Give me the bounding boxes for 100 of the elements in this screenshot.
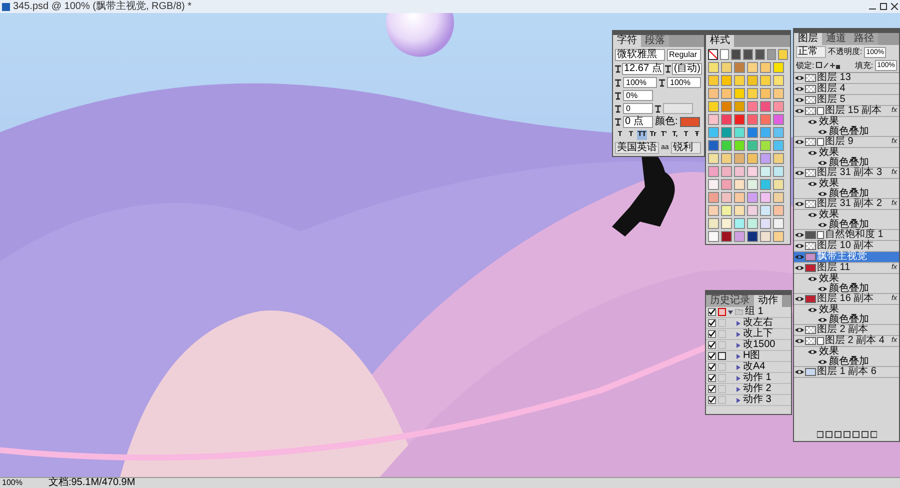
style-swatch[interactable]: [721, 218, 732, 229]
style-swatch[interactable]: [708, 88, 719, 99]
layer-row[interactable]: 自然饱和度 1: [794, 230, 899, 241]
restore-icon[interactable]: [880, 3, 887, 10]
visibility-eye-icon[interactable]: [818, 286, 827, 292]
visibility-eye-icon[interactable]: [795, 296, 804, 302]
style-swatch[interactable]: [760, 75, 771, 86]
input-field[interactable]: 100%: [667, 77, 701, 88]
dialog-toggle[interactable]: [718, 352, 726, 360]
style-swatch[interactable]: [773, 166, 784, 177]
style-swatch[interactable]: [773, 127, 784, 138]
style-swatch[interactable]: [747, 114, 758, 125]
style-swatch[interactable]: [734, 114, 745, 125]
style-swatch[interactable]: [747, 205, 758, 216]
expand-triangle-icon[interactable]: [728, 310, 733, 314]
input-field[interactable]: 100%: [623, 77, 657, 88]
style-swatch[interactable]: [760, 101, 771, 112]
style-swatch[interactable]: [747, 166, 758, 177]
visibility-eye-icon[interactable]: [795, 338, 804, 344]
style-swatch[interactable]: [721, 205, 732, 216]
style-swatch[interactable]: [760, 179, 771, 190]
style-swatch[interactable]: [747, 153, 758, 164]
style-swatch[interactable]: [747, 101, 758, 112]
visibility-eye-icon[interactable]: [818, 190, 827, 196]
style-swatch[interactable]: [708, 153, 719, 164]
style-swatch[interactable]: [747, 62, 758, 73]
style-swatch[interactable]: [734, 153, 745, 164]
collapsed-triangle-icon[interactable]: [736, 354, 741, 358]
panel-tab[interactable]: 字符: [613, 35, 641, 47]
panel-tab[interactable]: 动作: [754, 295, 782, 307]
style-swatch[interactable]: [734, 88, 745, 99]
style-swatch[interactable]: [754, 49, 765, 60]
style-swatch[interactable]: [766, 49, 776, 60]
dropdown[interactable]: [663, 103, 693, 114]
style-swatch[interactable]: [743, 49, 753, 60]
style-swatch[interactable]: [721, 153, 732, 164]
dialog-toggle[interactable]: [718, 330, 726, 338]
style-swatch[interactable]: [773, 88, 784, 99]
layer-row[interactable]: 图层 4: [794, 84, 899, 95]
style-swatch[interactable]: [734, 140, 745, 151]
style-swatch[interactable]: [721, 192, 732, 203]
style-swatch[interactable]: [773, 231, 784, 242]
action-item[interactable]: 动作 3: [706, 395, 791, 406]
antialias-dropdown[interactable]: 锐利: [670, 142, 701, 154]
style-swatch[interactable]: [721, 101, 732, 112]
visibility-eye-icon[interactable]: [795, 170, 804, 176]
dialog-toggle[interactable]: [718, 385, 726, 393]
action-item[interactable]: 改左右: [706, 318, 791, 329]
style-swatch[interactable]: [773, 114, 784, 125]
style-swatch[interactable]: [773, 62, 784, 73]
style-swatch[interactable]: [734, 218, 745, 229]
panel-tab[interactable]: 历史记录: [706, 295, 754, 307]
visibility-eye-icon[interactable]: [795, 369, 804, 375]
visibility-eye-icon[interactable]: [818, 316, 827, 322]
panel-tab[interactable]: 路径: [850, 33, 878, 45]
panel-tab[interactable]: 图层: [794, 33, 822, 45]
style-swatch[interactable]: [734, 101, 745, 112]
style-swatch[interactable]: [760, 127, 771, 138]
style-swatch[interactable]: [721, 88, 732, 99]
collapsed-triangle-icon[interactable]: [736, 386, 741, 392]
visibility-eye-icon[interactable]: [795, 139, 804, 145]
style-swatch[interactable]: [721, 179, 732, 190]
dialog-toggle[interactable]: [718, 374, 726, 382]
style-swatch[interactable]: [760, 166, 771, 177]
action-item[interactable]: 改1500: [706, 340, 791, 351]
style-swatch[interactable]: [760, 218, 771, 229]
font-family-dropdown[interactable]: 微软雅黑: [615, 49, 665, 61]
lock-options-icon[interactable]: [816, 62, 840, 69]
checkbox[interactable]: [708, 363, 716, 371]
dialog-toggle[interactable]: [718, 396, 726, 404]
style-swatch[interactable]: [760, 153, 771, 164]
style-swatch[interactable]: [721, 231, 732, 242]
collapsed-triangle-icon[interactable]: [736, 398, 741, 402]
collapsed-triangle-icon[interactable]: [736, 342, 741, 348]
checkbox[interactable]: [708, 396, 716, 404]
visibility-eye-icon[interactable]: [795, 86, 804, 92]
visibility-eye-icon[interactable]: [795, 327, 804, 333]
visibility-eye-icon[interactable]: [795, 75, 804, 81]
style-swatch[interactable]: [721, 140, 732, 151]
style-swatch[interactable]: [721, 127, 732, 138]
style-swatch[interactable]: [747, 179, 758, 190]
visibility-eye-icon[interactable]: [795, 108, 804, 114]
style-swatch[interactable]: [773, 75, 784, 86]
visibility-eye-icon[interactable]: [808, 276, 817, 282]
style-swatch[interactable]: [747, 218, 758, 229]
collapsed-triangle-icon[interactable]: [736, 320, 741, 326]
font-style-dropdown[interactable]: Regular: [667, 49, 701, 61]
style-swatch[interactable]: [708, 205, 719, 216]
visibility-eye-icon[interactable]: [808, 212, 817, 218]
panel-tab[interactable]: 通道: [822, 33, 850, 45]
style-swatch[interactable]: [773, 153, 784, 164]
style-swatch[interactable]: [773, 192, 784, 203]
style-swatch[interactable]: [760, 88, 771, 99]
checkbox[interactable]: [708, 319, 716, 327]
layer-row[interactable]: 图层 5: [794, 95, 899, 106]
style-swatch[interactable]: [734, 205, 745, 216]
input-field[interactable]: 0: [623, 103, 653, 114]
style-swatch[interactable]: [747, 127, 758, 138]
visibility-eye-icon[interactable]: [795, 201, 804, 207]
checkbox[interactable]: [708, 330, 716, 338]
